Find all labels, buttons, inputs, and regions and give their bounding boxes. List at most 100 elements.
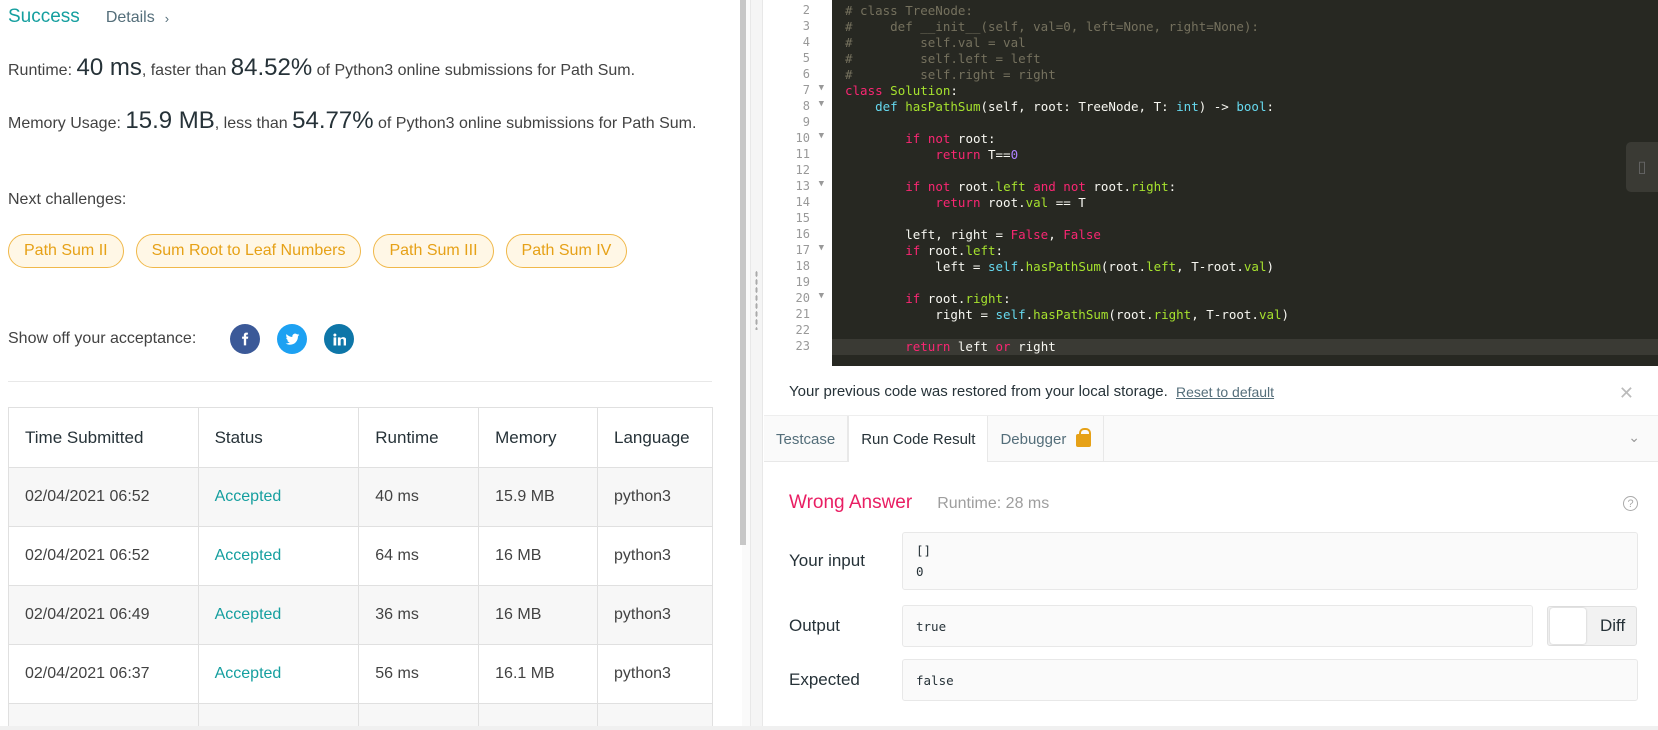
divider bbox=[8, 381, 712, 382]
table-row[interactable] bbox=[8, 703, 713, 726]
input-line: 0 bbox=[916, 564, 924, 579]
cell-language: python3 bbox=[597, 585, 713, 645]
clipboard-icon[interactable]: ▯ bbox=[1626, 142, 1658, 192]
line-number: 22 bbox=[764, 323, 832, 339]
fold-arrow-icon[interactable]: ▼ bbox=[819, 83, 824, 93]
fold-arrow-icon[interactable]: ▼ bbox=[819, 99, 824, 109]
cell-status[interactable]: Accepted bbox=[197, 644, 360, 704]
challenge-tag[interactable]: Path Sum III bbox=[373, 234, 494, 268]
line-number: 18 bbox=[764, 259, 832, 275]
cell-status bbox=[197, 703, 360, 726]
runtime-mid: , faster than bbox=[141, 62, 227, 79]
code-editor[interactable]: 2 3 4 5 6 7 ▼ 8 ▼ 9 10 ▼ 11 12 13 ▼ 14 15 16 17 ▼ 18 19 20 ▼ 21 22… bbox=[764, 0, 1658, 366]
submissions-table: Time Submitted Status Runtime Memory Lan… bbox=[8, 407, 713, 726]
line-number: 19 bbox=[764, 275, 832, 291]
drag-handle-icon bbox=[755, 270, 758, 330]
tab-testcase[interactable]: Testcase bbox=[764, 416, 849, 462]
close-icon[interactable]: ✕ bbox=[1619, 384, 1634, 402]
line-number-text: 22 bbox=[795, 323, 810, 337]
line-number: 15 bbox=[764, 211, 832, 227]
line-number: 3 bbox=[764, 19, 832, 35]
cell-memory: 16 MB bbox=[478, 585, 598, 645]
cell-status[interactable]: Accepted bbox=[197, 467, 360, 527]
fold-arrow-icon[interactable]: ▼ bbox=[819, 291, 824, 301]
share-label: Show off your acceptance: bbox=[8, 330, 197, 347]
facebook-icon[interactable] bbox=[230, 324, 261, 354]
column-header: Time Submitted bbox=[8, 407, 199, 468]
run-code-result: Wrong Answer Runtime: 28 ms ? Your input… bbox=[764, 462, 1658, 726]
runtime-label: Runtime: bbox=[8, 62, 73, 79]
reset-to-default-link[interactable]: Reset to default bbox=[1176, 384, 1274, 400]
challenge-tag[interactable]: Sum Root to Leaf Numbers bbox=[135, 234, 362, 268]
cell-language bbox=[597, 703, 713, 726]
details-link[interactable]: Details › bbox=[106, 9, 169, 27]
column-header: Runtime bbox=[358, 407, 480, 468]
tab-run-code-result[interactable]: Run Code Result bbox=[848, 416, 989, 463]
line-number: 21 bbox=[764, 307, 832, 323]
code-line: return root.val == T bbox=[935, 195, 1086, 210]
line-number: 20 ▼ bbox=[764, 291, 832, 307]
tab-debugger[interactable]: Debugger bbox=[988, 416, 1105, 462]
line-number: 13 ▼ bbox=[764, 179, 832, 195]
table-row[interactable]: 02/04/2021 06:52 Accepted 64 ms 16 MB py… bbox=[8, 526, 713, 586]
chevron-down-icon[interactable]: ⌄ bbox=[1628, 429, 1640, 446]
line-number-text: 12 bbox=[795, 163, 810, 177]
cell-status[interactable]: Accepted bbox=[197, 526, 360, 586]
code-line: class Solution: bbox=[845, 83, 958, 98]
memory-mid: , less than bbox=[214, 115, 288, 132]
line-number: 11 bbox=[764, 147, 832, 163]
cell-memory bbox=[478, 703, 598, 726]
line-number-text: 18 bbox=[795, 259, 810, 273]
verdict-label: Wrong Answer bbox=[789, 492, 913, 513]
code-line: right = self.hasPathSum(root.right, T-ro… bbox=[845, 307, 1290, 322]
next-challenges-label: Next challenges: bbox=[8, 191, 127, 208]
memory-label: Memory Usage: bbox=[8, 115, 121, 132]
output-label: Output bbox=[789, 616, 841, 635]
panel-splitter[interactable] bbox=[750, 0, 763, 726]
cell-time: 02/04/2021 06:37 bbox=[8, 644, 199, 704]
diff-label: Diff bbox=[1600, 616, 1626, 635]
cell-language: python3 bbox=[597, 526, 713, 586]
lock-icon bbox=[1076, 427, 1092, 447]
code-line: def hasPathSum(self, root: TreeNode, T: … bbox=[875, 99, 1275, 114]
line-number-text: 11 bbox=[795, 147, 810, 161]
cell-runtime: 64 ms bbox=[358, 526, 480, 586]
help-icon[interactable]: ? bbox=[1623, 496, 1638, 511]
chevron-right-icon: › bbox=[164, 10, 170, 26]
input-line: [] bbox=[916, 543, 932, 558]
challenge-tag[interactable]: Path Sum IV bbox=[505, 234, 628, 268]
share-row: Show off your acceptance: bbox=[8, 324, 355, 354]
diff-toggle[interactable]: Diff bbox=[1547, 606, 1637, 646]
line-number: 6 bbox=[764, 67, 832, 83]
code-line: # def __init__(self, val=0, left=None, r… bbox=[845, 19, 1259, 34]
tab-debugger-label: Debugger bbox=[1000, 430, 1067, 448]
line-number: 17 ▼ bbox=[764, 243, 832, 259]
table-row[interactable]: 02/04/2021 06:37 Accepted 56 ms 16.1 MB … bbox=[8, 644, 713, 704]
code-line: # self.right = right bbox=[845, 67, 1056, 82]
twitter-icon[interactable] bbox=[277, 324, 308, 354]
cell-status[interactable]: Accepted bbox=[197, 585, 360, 645]
toggle-knob bbox=[1550, 608, 1586, 644]
fold-arrow-icon[interactable]: ▼ bbox=[819, 243, 824, 253]
line-number-text: 9 bbox=[802, 115, 810, 129]
left-scrollbar-thumb[interactable] bbox=[740, 0, 746, 545]
code-area[interactable]: # class TreeNode: # def __init__(self, v… bbox=[832, 0, 1658, 366]
line-number: 9 bbox=[764, 115, 832, 131]
table-row[interactable]: 02/04/2021 06:49 Accepted 36 ms 16 MB py… bbox=[8, 585, 713, 645]
cell-time: 02/04/2021 06:52 bbox=[8, 526, 199, 586]
line-number-text: 15 bbox=[795, 211, 810, 225]
line-number-text: 17 bbox=[795, 243, 810, 257]
memory-tail: of Python3 online submissions for Path S… bbox=[378, 115, 697, 132]
console-tabs: Testcase Run Code Result Debugger ⌄ bbox=[764, 416, 1658, 463]
runtime-percentile: 84.52% bbox=[230, 54, 313, 81]
linkedin-icon[interactable] bbox=[324, 324, 355, 354]
line-number-text: 5 bbox=[802, 51, 810, 65]
table-row[interactable]: 02/04/2021 06:52 Accepted 40 ms 15.9 MB … bbox=[8, 467, 713, 527]
challenge-tag[interactable]: Path Sum II bbox=[8, 234, 124, 268]
fold-arrow-icon[interactable]: ▼ bbox=[819, 179, 824, 189]
table-header-row: Time Submitted Status Runtime Memory Lan… bbox=[8, 407, 713, 468]
fold-arrow-icon[interactable]: ▼ bbox=[819, 131, 824, 141]
code-line: # self.val = val bbox=[845, 35, 1026, 50]
